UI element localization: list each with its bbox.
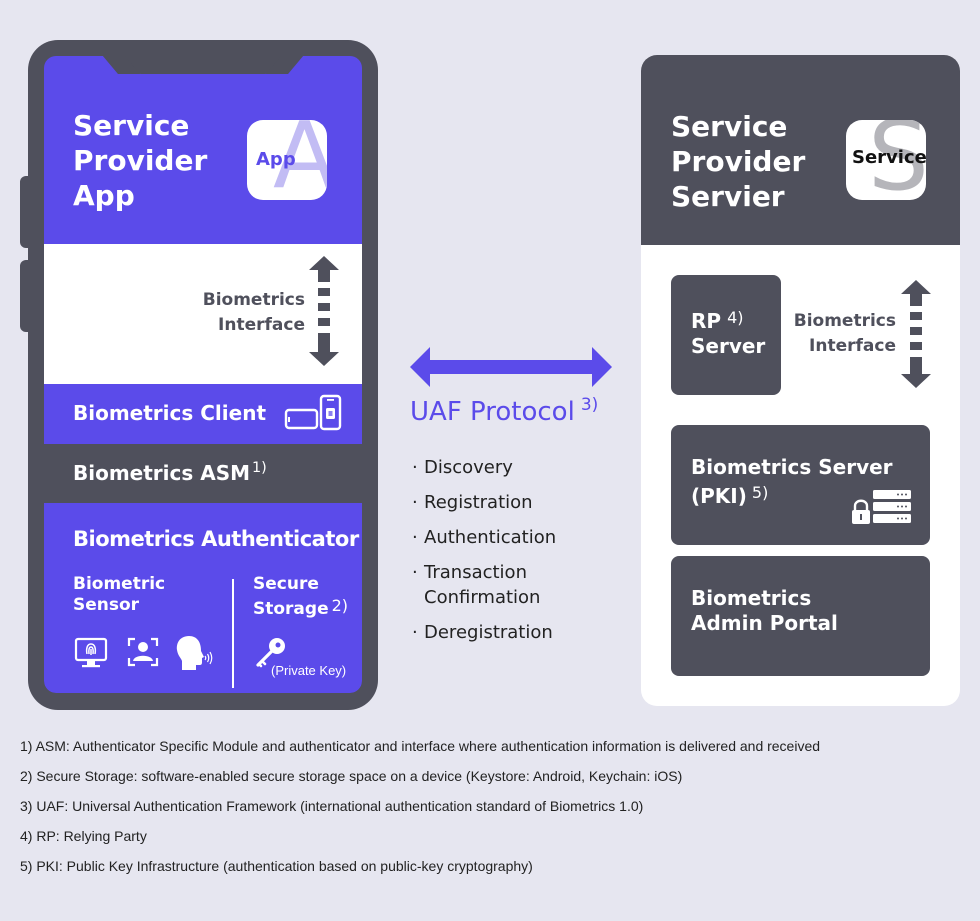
label-line: RP [691, 309, 722, 333]
biometrics-client-section: Biometrics Client [44, 384, 362, 444]
footnote-item: 2) Secure Storage: software-enabled secu… [20, 768, 683, 784]
biometrics-authenticator-section: Biometrics Authenticator Biometric Senso… [44, 503, 362, 693]
uaf-protocol-title-text: UAF Protocol [410, 397, 575, 427]
asm-label-text: Biometrics ASM [73, 460, 251, 485]
uaf-operation-item: Registration [412, 490, 556, 515]
server-biometrics-interface-label: Biometrics Interface [794, 309, 896, 359]
biometric-sensor-label: Biometric Sensor [73, 574, 165, 616]
title-line: Servier [671, 180, 785, 213]
title-line: Provider [671, 145, 806, 178]
footnote-item: 1) ASM: Authenticator Specific Module an… [20, 738, 821, 754]
footnote-ref: 3) [580, 395, 599, 415]
footnote-item: 5) PKI: Public Key Infrastructure (authe… [20, 858, 533, 874]
phone-notch [122, 56, 284, 74]
footnote-ref: 1) [252, 460, 267, 476]
title-line: Service [671, 110, 788, 143]
label-line: (PKI) [691, 484, 747, 508]
label-line: Server [691, 334, 766, 358]
label-line: Interface [218, 315, 305, 335]
app-icon: A App [247, 120, 327, 200]
label-line: Biometrics Server [691, 455, 893, 479]
fingerprint-monitor-icon [74, 637, 108, 668]
biometrics-interface-section: Biometrics Interface [44, 244, 362, 384]
service-provider-server-title: Service Provider Servier [671, 109, 805, 214]
service-provider-app-title: Service Provider App [73, 108, 207, 213]
footnote-item: 4) RP: Relying Party [20, 828, 147, 844]
secure-server-icon [852, 490, 911, 524]
title-line: App [73, 179, 135, 212]
vertical-dashed-double-arrow-icon [309, 256, 339, 366]
server-vertical-dashed-double-arrow-icon [901, 280, 931, 388]
biometrics-asm-label: Biometrics ASM 1) [73, 460, 267, 485]
label-line: Admin Portal [691, 611, 838, 635]
private-key-caption: (Private Key) [271, 663, 347, 678]
footnote-ref: 4) [727, 308, 744, 327]
rp-server-box: RP 4) Server [671, 275, 781, 395]
label-line: Biometric [73, 574, 166, 594]
label-line: Storage [253, 599, 329, 619]
biometrics-interface-label: Biometrics Interface [203, 288, 305, 338]
footnote-ref: 2) [331, 596, 349, 615]
app-icon-label: App [256, 149, 296, 170]
label-line: Interface [809, 336, 896, 356]
label-line: Biometrics [793, 311, 896, 331]
uaf-operations-list: Discovery Registration Authentication Tr… [412, 455, 556, 655]
footnotes-list: 1) ASM: Authenticator Specific Module an… [20, 736, 820, 886]
uaf-operation-item: Transaction Confirmation [412, 560, 556, 610]
voice-recognition-icon [176, 636, 213, 670]
rp-server-label: RP 4) Server [691, 305, 765, 359]
label-line: Sensor [73, 595, 140, 615]
service-provider-app-section: Service Provider App A App [44, 56, 362, 244]
service-icon: S Service [846, 120, 926, 200]
uaf-protocol-title: UAF Protocol 3) [410, 395, 598, 427]
label-line: Biometrics [691, 586, 812, 610]
label-line: Biometrics [202, 290, 305, 310]
title-line: Service [73, 109, 190, 142]
uaf-protocol-double-arrow-icon [410, 347, 612, 387]
face-scan-icon [127, 637, 159, 667]
uaf-operation-item: Discovery [412, 455, 556, 480]
service-provider-server-panel: Service Provider Servier S Service RP 4) … [641, 55, 960, 706]
uaf-operation-item: Authentication [412, 525, 556, 550]
title-line: Provider [73, 144, 208, 177]
biometrics-client-label: Biometrics Client [73, 401, 266, 425]
biometrics-authenticator-title: Biometrics Authenticator [73, 527, 359, 551]
footnote-ref: 5) [751, 483, 769, 502]
item-line: Transaction [424, 562, 527, 583]
footnote-item: 3) UAF: Universal Authentication Framewo… [20, 798, 644, 814]
phone-screen: Service Provider App A App Biometrics In… [44, 56, 362, 693]
phone-rotate-icon [284, 394, 342, 431]
biometrics-asm-section: Biometrics ASM 1) [44, 444, 362, 503]
item-line: Confirmation [424, 587, 541, 608]
secure-storage-label: Secure Storage 2) [253, 574, 348, 620]
service-icon-label: Service [852, 147, 926, 168]
server-header: Service Provider Servier S Service [641, 55, 960, 245]
sensor-storage-divider [232, 579, 234, 688]
uaf-operation-item: Deregistration [412, 620, 556, 645]
biometrics-admin-portal-label: Biometrics Admin Portal [691, 586, 838, 636]
client-phone: Service Provider App A App Biometrics In… [28, 40, 378, 710]
label-line: Secure [253, 574, 319, 594]
biometrics-admin-portal-box: Biometrics Admin Portal [671, 556, 930, 676]
biometrics-server-box: Biometrics Server (PKI) 5) [671, 425, 930, 545]
